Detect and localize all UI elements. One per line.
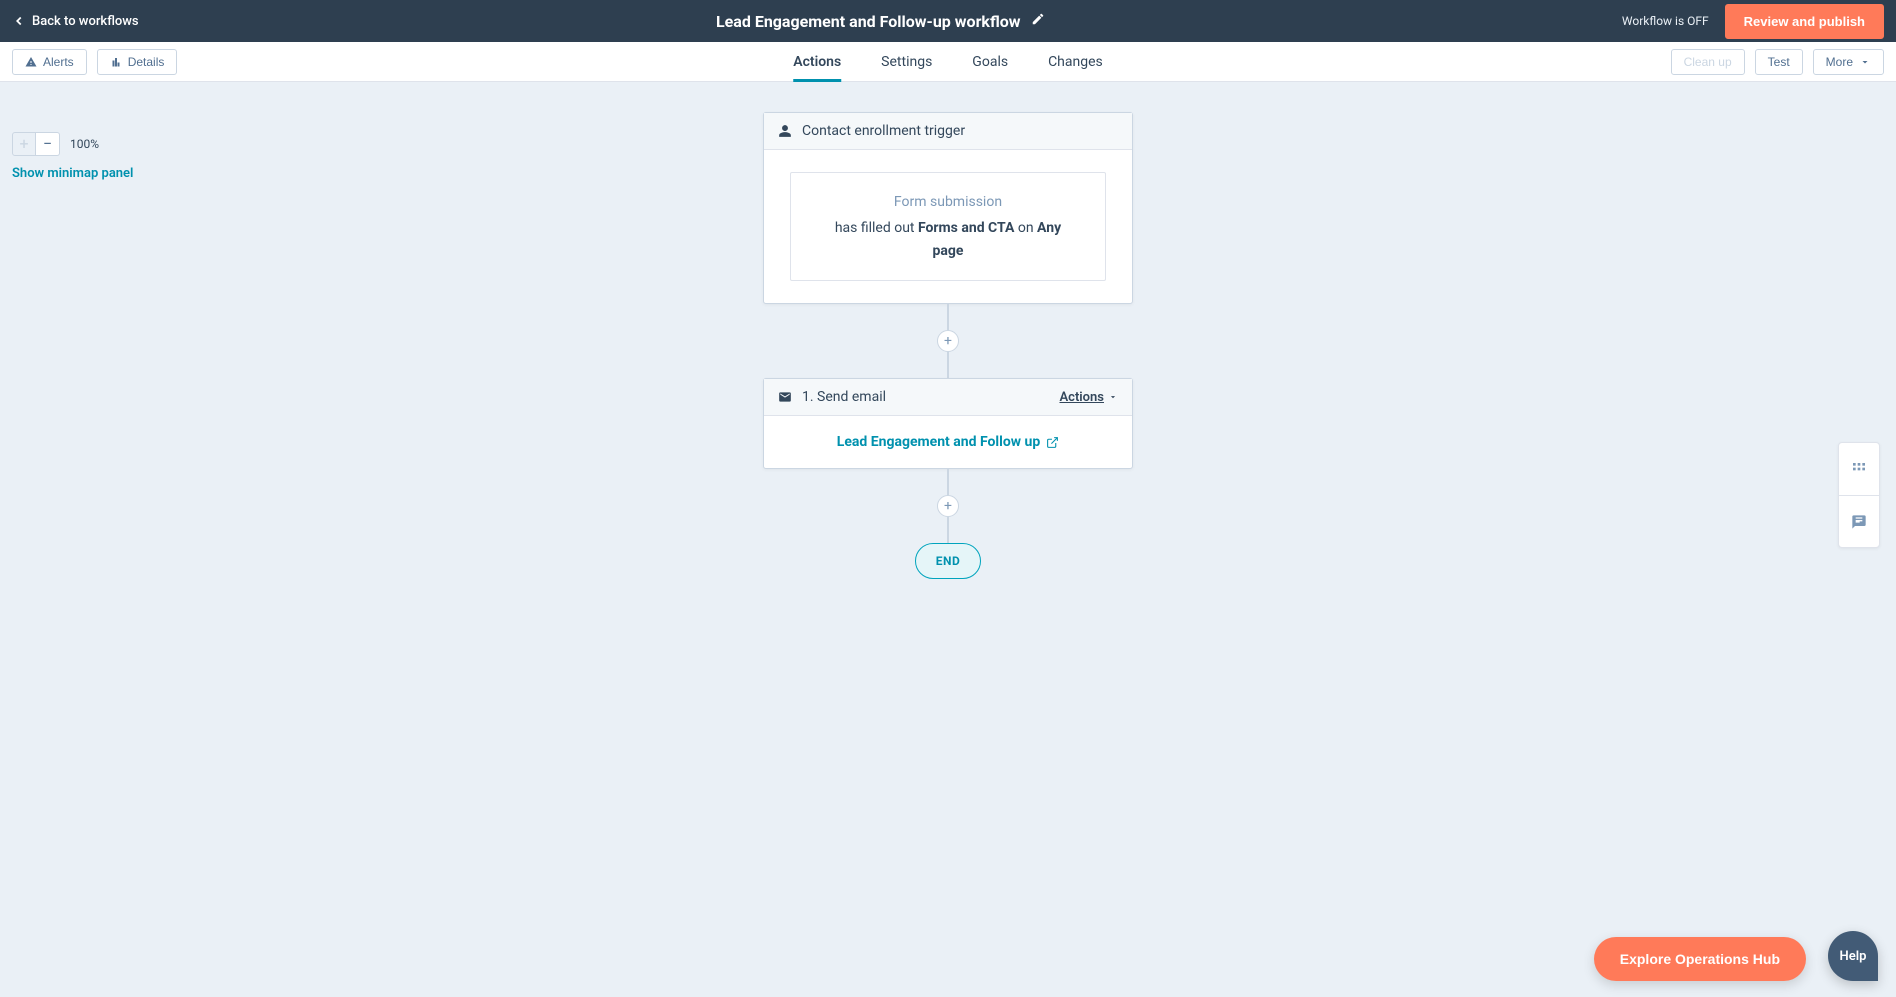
warning-icon	[25, 56, 37, 68]
step-label: 1. Send email	[802, 389, 886, 405]
more-label: More	[1826, 56, 1853, 68]
side-panel	[1838, 442, 1880, 548]
add-step-button-1[interactable]: +	[937, 330, 959, 352]
connector-line	[947, 304, 949, 330]
sub-left: Alerts Details	[12, 49, 177, 75]
details-label: Details	[128, 56, 165, 68]
chevron-left-icon	[12, 14, 26, 28]
details-button[interactable]: Details	[97, 49, 178, 75]
trigger-text: has filled out Forms and CTA on Any page	[835, 220, 1061, 258]
contact-icon	[778, 124, 792, 138]
chart-icon	[110, 56, 122, 68]
data-panel-button[interactable]	[1839, 443, 1879, 495]
tabs: Actions Settings Goals Changes	[793, 42, 1103, 81]
tab-settings[interactable]: Settings	[881, 42, 932, 81]
alerts-button[interactable]: Alerts	[12, 49, 87, 75]
trigger-card-body: Form submission has filled out Forms and…	[764, 150, 1132, 303]
edit-title-button[interactable]	[1031, 12, 1045, 30]
send-email-body: Lead Engagement and Follow up	[764, 416, 1132, 468]
help-button[interactable]: Help	[1828, 931, 1878, 981]
comment-icon	[1851, 514, 1867, 530]
cleanup-button[interactable]: Clean up	[1671, 49, 1745, 75]
top-header: Back to workflows Lead Engagement and Fo…	[0, 0, 1896, 42]
explore-ops-hub-button[interactable]: Explore Operations Hub	[1594, 937, 1806, 981]
test-button[interactable]: Test	[1755, 49, 1803, 75]
zoom-out-button[interactable]: −	[36, 132, 60, 156]
show-minimap-link[interactable]: Show minimap panel	[12, 166, 133, 181]
flow-column: Contact enrollment trigger Form submissi…	[0, 82, 1896, 579]
workflow-canvas[interactable]: + − 100% Show minimap panel Contact enro…	[0, 82, 1896, 997]
back-to-workflows-link[interactable]: Back to workflows	[12, 14, 139, 29]
workflow-status: Workflow is OFF	[1622, 14, 1709, 28]
workflow-title: Lead Engagement and Follow-up workflow	[716, 12, 1021, 31]
zoom-in-button[interactable]: +	[12, 132, 36, 156]
review-publish-button[interactable]: Review and publish	[1725, 4, 1884, 39]
step-actions-dropdown[interactable]: Actions	[1059, 390, 1118, 405]
send-email-card[interactable]: 1. Send email Actions Lead Engagement an…	[763, 378, 1133, 469]
send-email-header: 1. Send email Actions	[764, 379, 1132, 416]
enrollment-trigger-card[interactable]: Contact enrollment trigger Form submissi…	[763, 112, 1133, 304]
end-node: END	[915, 543, 982, 579]
tab-changes[interactable]: Changes	[1048, 42, 1103, 81]
email-icon	[778, 390, 792, 404]
connector-line	[947, 469, 949, 495]
connector-line	[947, 517, 949, 543]
trigger-card-header: Contact enrollment trigger	[764, 113, 1132, 150]
connector-line	[947, 352, 949, 378]
title-container: Lead Engagement and Follow-up workflow	[151, 12, 1610, 31]
alerts-label: Alerts	[43, 56, 74, 68]
add-step-button-2[interactable]: +	[937, 495, 959, 517]
external-link-icon	[1046, 436, 1059, 449]
back-label: Back to workflows	[32, 14, 139, 29]
email-asset-link[interactable]: Lead Engagement and Follow up	[837, 434, 1059, 450]
trigger-criteria-box[interactable]: Form submission has filled out Forms and…	[790, 172, 1106, 281]
trigger-sub-label: Form submission	[821, 191, 1075, 213]
tab-actions[interactable]: Actions	[793, 42, 841, 81]
grid-icon	[1851, 461, 1867, 477]
trigger-header-label: Contact enrollment trigger	[802, 123, 965, 139]
zoom-percent: 100%	[70, 137, 99, 151]
caret-down-icon	[1108, 392, 1118, 402]
sub-header: Alerts Details Actions Settings Goals Ch…	[0, 42, 1896, 82]
zoom-controls: + − 100% Show minimap panel	[12, 132, 133, 181]
tab-goals[interactable]: Goals	[972, 42, 1008, 81]
comments-panel-button[interactable]	[1839, 495, 1879, 547]
pencil-icon	[1031, 12, 1045, 26]
sub-right: Clean up Test More	[1671, 49, 1884, 75]
caret-down-icon	[1859, 56, 1871, 68]
more-button[interactable]: More	[1813, 49, 1884, 75]
